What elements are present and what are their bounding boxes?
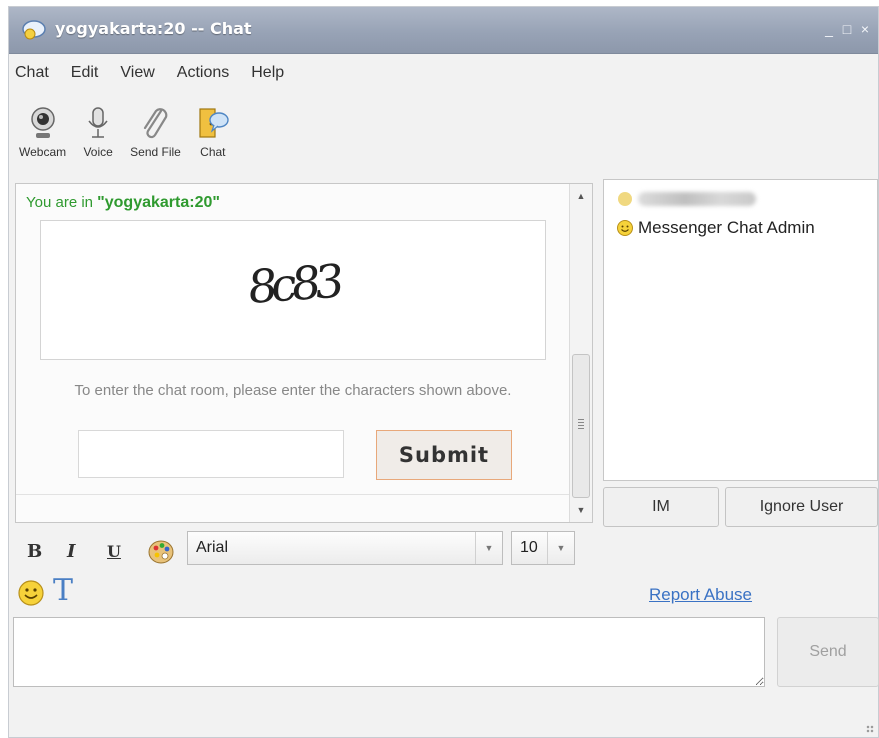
paperclip-icon: [144, 108, 168, 139]
underline-button[interactable]: U: [107, 535, 121, 569]
room-status: You are in "yogyakarta:20": [26, 194, 220, 212]
captcha-image: 8c83: [40, 220, 546, 360]
menu-bar: Chat Edit View Actions Help: [9, 61, 295, 87]
messenger-logo-icon: [22, 20, 46, 40]
username: Messenger Chat Admin: [638, 218, 815, 237]
report-abuse-link[interactable]: Report Abuse: [649, 585, 752, 605]
room-name: "yogyakarta:20": [97, 194, 220, 211]
chat-transcript[interactable]: You are in "yogyakarta:20" 8c83 To enter…: [15, 183, 593, 523]
message-input[interactable]: [13, 617, 765, 687]
title-bar[interactable]: yogyakarta:20 -- Chat _ □ ×: [9, 7, 878, 54]
scrollbar-thumb[interactable]: [572, 354, 590, 498]
scroll-up-icon[interactable]: ▲: [570, 186, 592, 206]
chat-window: yogyakarta:20 -- Chat _ □ × Chat Edit Vi…: [8, 6, 879, 738]
submit-button[interactable]: Submit: [376, 430, 512, 480]
voice-button[interactable]: Voice: [80, 105, 116, 171]
close-icon[interactable]: ×: [858, 21, 872, 37]
im-button[interactable]: IM: [603, 487, 719, 527]
microphone-icon: [88, 107, 108, 138]
blurred-username: [638, 192, 756, 206]
color-palette-icon[interactable]: [147, 538, 175, 566]
menu-actions[interactable]: Actions: [166, 61, 240, 87]
captcha-instructions: To enter the chat room, please enter the…: [74, 382, 512, 399]
text-style-icon[interactable]: T: [53, 573, 73, 608]
send-file-label: Send File: [130, 145, 181, 159]
send-button[interactable]: Send: [777, 617, 879, 687]
chat-door-icon: [199, 108, 229, 138]
chevron-down-icon[interactable]: ▼: [547, 532, 574, 564]
menu-help[interactable]: Help: [240, 61, 295, 87]
resize-grip-icon[interactable]: [866, 725, 874, 733]
smiley-icon: [617, 220, 633, 236]
maximize-icon[interactable]: □: [840, 21, 854, 37]
font-size-value: 10: [520, 539, 538, 556]
font-size-select[interactable]: 10 ▼: [511, 531, 575, 565]
toolbar: Webcam Voice Send File Chat: [9, 105, 245, 171]
menu-edit[interactable]: Edit: [60, 61, 110, 87]
chat-button[interactable]: Chat: [195, 105, 231, 171]
menu-view[interactable]: View: [109, 61, 165, 87]
chat-label: Chat: [200, 145, 226, 159]
divider: [16, 494, 570, 495]
scroll-down-icon[interactable]: ▼: [570, 500, 592, 520]
font-family-value: Arial: [196, 539, 229, 556]
captcha-characters: 8c83: [245, 253, 341, 315]
window-title: yogyakarta:20 -- Chat: [55, 19, 252, 38]
webcam-button[interactable]: Webcam: [19, 105, 66, 171]
font-family-select[interactable]: Arial ▼: [187, 531, 503, 565]
user-list-item[interactable]: Messenger Chat Admin: [616, 218, 815, 238]
italic-button[interactable]: I: [67, 535, 75, 569]
user-list[interactable]: Messenger Chat Admin: [603, 179, 878, 481]
menu-chat[interactable]: Chat: [9, 61, 60, 87]
captcha-input[interactable]: [78, 430, 344, 478]
minimize-icon[interactable]: _: [822, 21, 836, 37]
emoticon-icon[interactable]: [17, 579, 45, 607]
send-file-button[interactable]: Send File: [130, 105, 181, 171]
bold-button[interactable]: B: [27, 535, 42, 569]
ignore-user-button[interactable]: Ignore User: [725, 487, 878, 527]
user-status-icon: [618, 192, 632, 206]
webcam-icon: [30, 107, 55, 138]
user-list-item[interactable]: [616, 190, 756, 208]
chevron-down-icon[interactable]: ▼: [475, 532, 502, 564]
voice-label: Voice: [83, 145, 113, 159]
chat-scrollbar[interactable]: ▲ ▼: [569, 184, 592, 522]
webcam-label: Webcam: [19, 145, 67, 159]
grip-icon: [578, 419, 584, 429]
room-prefix: You are in: [26, 194, 98, 211]
